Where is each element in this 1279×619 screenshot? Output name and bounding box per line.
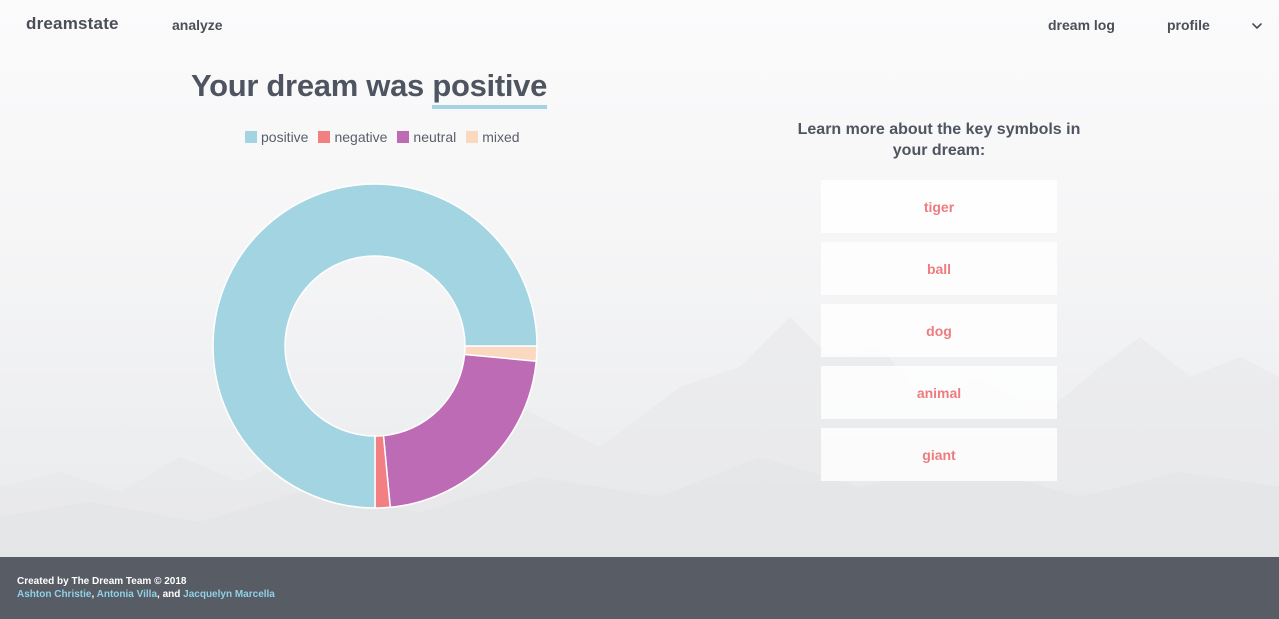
symbol-button-ball[interactable]: ball — [821, 242, 1057, 295]
footer: Created by The Dream Team © 2018 Ashton … — [0, 557, 1279, 619]
author-separator: , and — [157, 589, 184, 600]
author-link[interactable]: Ashton Christie — [17, 589, 91, 600]
legend-item-positive[interactable]: positive — [245, 129, 308, 145]
nav-profile-link[interactable]: profile — [1167, 17, 1210, 33]
legend-swatch — [397, 131, 410, 143]
legend-label: negative — [334, 129, 388, 145]
author-link[interactable]: Antonia Villa — [97, 589, 157, 600]
sentiment-result: positive — [432, 68, 547, 109]
author-link[interactable]: Jacquelyn Marcella — [183, 589, 275, 600]
footer-authors: Ashton Christie, Antonia Villa, and Jacq… — [17, 588, 1279, 601]
footer-credit: Created by The Dream Team © 2018 — [17, 576, 187, 587]
legend-label: neutral — [413, 129, 457, 145]
nav-analyze-link[interactable]: analyze — [172, 17, 223, 33]
symbol-button-tiger[interactable]: tiger — [821, 180, 1057, 233]
legend-label: mixed — [482, 129, 520, 145]
page-title: Your dream was positive — [191, 68, 547, 109]
sentiment-doughnut-chart — [212, 183, 538, 509]
title-prefix: Your dream was — [191, 68, 424, 103]
chevron-down-icon[interactable] — [1251, 20, 1263, 32]
symbols-heading: Learn more about the key symbols in your… — [797, 121, 1081, 159]
brand-logo[interactable]: dreamstate — [26, 14, 119, 34]
legend-item-mixed[interactable]: mixed — [466, 129, 520, 145]
legend-swatch — [466, 131, 479, 143]
top-navbar: dreamstate analyze dream log profile — [0, 0, 1279, 52]
symbol-button-animal[interactable]: animal — [821, 366, 1057, 419]
chart-legend: positive negative neutral mixed — [245, 129, 530, 145]
slice-neutral[interactable] — [382, 353, 538, 509]
legend-label: positive — [261, 129, 309, 145]
nav-dream-log-link[interactable]: dream log — [1048, 17, 1115, 33]
legend-item-negative[interactable]: negative — [318, 129, 387, 145]
legend-swatch — [318, 131, 331, 143]
symbol-button-dog[interactable]: dog — [821, 304, 1057, 357]
legend-swatch — [245, 131, 257, 143]
legend-item-neutral[interactable]: neutral — [397, 129, 456, 145]
symbol-button-giant[interactable]: giant — [821, 428, 1057, 481]
